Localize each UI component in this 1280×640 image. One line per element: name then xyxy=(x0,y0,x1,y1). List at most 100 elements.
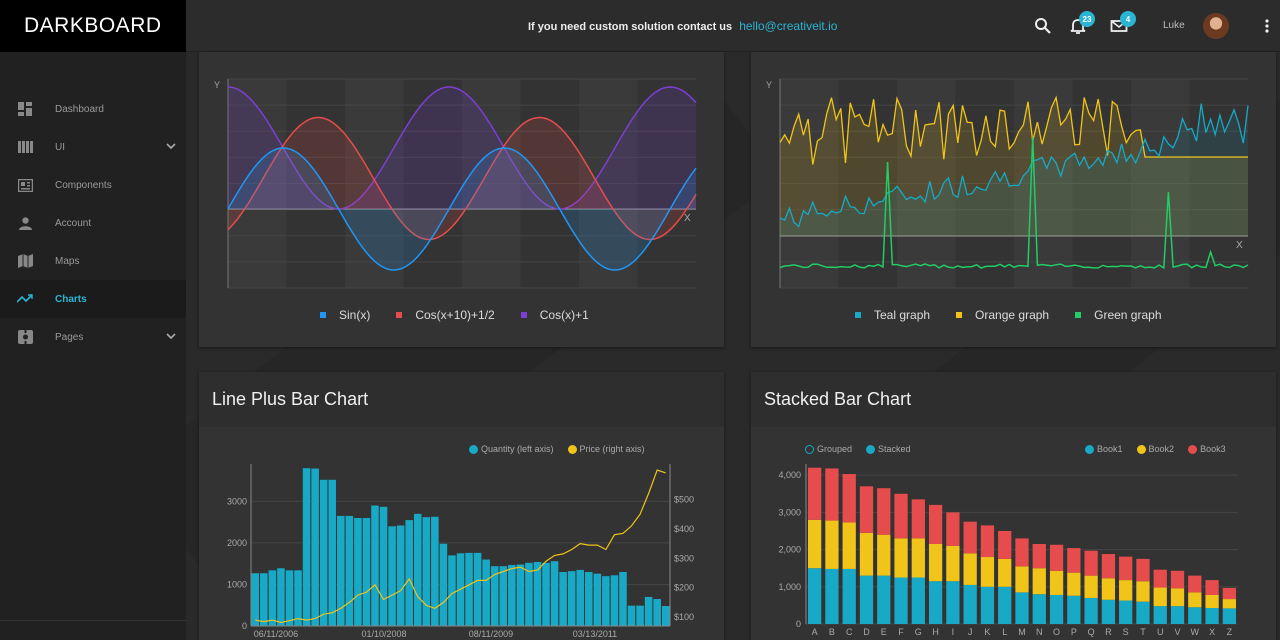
sine-line-chart: XY xyxy=(214,78,697,289)
x-tick-label: 08/11/2009 xyxy=(469,629,513,639)
bar xyxy=(371,505,379,626)
bar xyxy=(508,564,516,626)
bar xyxy=(431,516,439,626)
bar xyxy=(448,555,456,626)
stacked-bar-segment xyxy=(998,558,1012,587)
bar xyxy=(525,562,533,626)
bar xyxy=(602,576,610,626)
user-name[interactable]: Luke xyxy=(1163,20,1185,31)
contact-email-link[interactable]: hello@creativeit.io xyxy=(739,19,837,33)
stacked-bar-segment xyxy=(928,544,943,582)
y2-tick-label: $400 xyxy=(674,524,694,534)
stacked-bar-segment xyxy=(894,493,908,539)
y2-tick-label: $500 xyxy=(674,494,694,504)
stacked-bar-segment xyxy=(980,525,995,558)
sidebar-item-account[interactable]: Account xyxy=(0,204,186,242)
dashboard-icon xyxy=(17,101,33,117)
legend-item[interactable]: Green graph xyxy=(1075,308,1162,322)
bar xyxy=(354,518,362,626)
noise-chart-legend: Teal graph Orange graph Green graph xyxy=(855,308,1162,322)
stacked-bar-segment xyxy=(825,568,839,624)
card-title: Stacked Bar Chart xyxy=(751,372,1276,427)
bar xyxy=(661,606,670,626)
sidebar-item-ui[interactable]: UI xyxy=(0,128,186,166)
noise-line-chart: XY xyxy=(766,78,1249,289)
ui-icon xyxy=(17,139,33,155)
stacked-bar-segment xyxy=(842,474,856,523)
stacked-bar-segment xyxy=(1205,594,1219,608)
bar xyxy=(319,479,328,626)
contact-text: If you need custom solution contact us xyxy=(528,21,733,33)
bar xyxy=(473,552,482,626)
legend-item[interactable]: Book2 xyxy=(1136,444,1174,454)
sidebar-item-maps[interactable]: Maps xyxy=(0,242,186,280)
grouped-toggle[interactable]: Grouped xyxy=(805,444,852,454)
contact-banner: If you need custom solution contact us h… xyxy=(528,19,837,33)
stacked-bar-segment xyxy=(1101,578,1116,600)
x-tick-label: I xyxy=(952,627,955,637)
more-vertical-icon[interactable] xyxy=(1258,17,1276,35)
x-tick-label: 03/13/2011 xyxy=(573,629,617,639)
legend-item[interactable]: Book1 xyxy=(1085,444,1123,454)
stacked-bar-segment xyxy=(946,512,960,546)
stacked-bar-segment xyxy=(1153,587,1167,607)
topbar: If you need custom solution contact us h… xyxy=(186,0,1280,52)
x-tick-label: S xyxy=(1123,627,1129,637)
stacked-bar-segment xyxy=(1101,554,1116,579)
sidebar-footer xyxy=(0,620,186,640)
x-tick-label: L xyxy=(1002,627,1007,637)
legend-item[interactable]: Teal graph xyxy=(855,308,930,322)
stacked-bar-segment xyxy=(963,521,977,554)
legend-item[interactable]: Cos(x+10)+1/2 xyxy=(396,308,495,322)
search-icon[interactable] xyxy=(1034,17,1052,35)
legend-item[interactable]: Sin(x) xyxy=(320,308,370,322)
stacked-bar-segment xyxy=(877,575,891,624)
stacked-bar-segment xyxy=(928,504,943,544)
chevron-down-icon[interactable] xyxy=(164,139,178,153)
stacked-bar-segment xyxy=(1119,556,1133,581)
bar xyxy=(627,605,636,626)
stacked-bar-segment xyxy=(825,520,839,569)
legend-item[interactable]: Cos(x)+1 xyxy=(520,308,589,322)
stacked-bar-segment xyxy=(1049,544,1064,571)
stacked-bar-segment xyxy=(842,568,856,624)
bar xyxy=(328,479,337,626)
stacked-bar-segment xyxy=(980,557,995,587)
x-tick-label: A xyxy=(812,627,818,637)
x-tick-label: T xyxy=(1140,627,1146,637)
sine-chart-legend: Sin(x) Cos(x+10)+1/2 Cos(x)+1 xyxy=(320,308,589,322)
sidebar-item-components[interactable]: Components xyxy=(0,166,186,204)
stacked-bar-segment xyxy=(1101,599,1116,624)
sidebar-item-label: Account xyxy=(55,217,92,229)
stacked-controls: Grouped Stacked xyxy=(805,444,911,454)
chevron-down-icon[interactable] xyxy=(164,329,178,343)
stacked-bar-segment xyxy=(859,486,874,533)
bar xyxy=(251,573,260,626)
bar xyxy=(619,572,627,626)
legend-item[interactable]: Quantity (left axis) xyxy=(469,444,554,454)
y-tick-label: 0 xyxy=(796,619,801,629)
legend-item[interactable]: Price (right axis) xyxy=(567,444,645,454)
stacked-bar-segment xyxy=(980,586,995,624)
legend-item[interactable]: Book3 xyxy=(1188,444,1226,454)
x-tick-label: Z xyxy=(1227,627,1233,637)
x-tick-label: M xyxy=(1018,627,1026,637)
stacked-bar-segment xyxy=(946,581,960,624)
account-icon xyxy=(17,215,33,231)
x-tick-label: K xyxy=(984,627,990,637)
sidebar-item-pages[interactable]: Pages xyxy=(0,318,186,356)
stacked-bar-segment xyxy=(1170,588,1185,607)
bar xyxy=(516,564,525,626)
stacked-bar-segment xyxy=(1049,594,1064,624)
avatar[interactable] xyxy=(1203,13,1229,39)
sidebar-item-charts[interactable]: Charts xyxy=(0,280,186,318)
sidebar-item-dashboard[interactable]: Dashboard xyxy=(0,90,186,128)
legend-item[interactable]: Orange graph xyxy=(956,308,1049,322)
x-tick-label: P xyxy=(1071,627,1077,637)
bar xyxy=(268,570,277,626)
stacked-toggle[interactable]: Stacked xyxy=(866,444,911,454)
bar xyxy=(311,468,319,626)
y-tick-label: 1000 xyxy=(227,579,247,589)
stacked-bar-segment xyxy=(877,488,891,535)
brand-logo[interactable]: DARKBOARD xyxy=(0,0,186,52)
